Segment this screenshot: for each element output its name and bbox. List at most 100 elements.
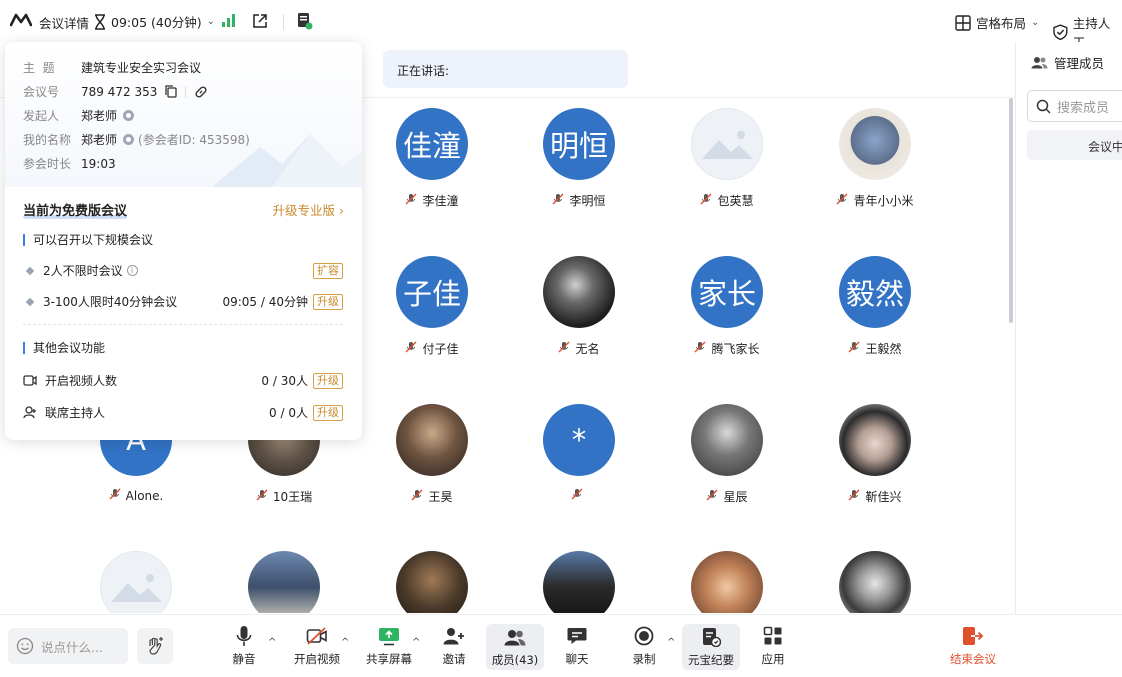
users-icon xyxy=(1031,57,1048,69)
avatar-photo xyxy=(691,551,763,613)
participant-tile[interactable] xyxy=(657,551,797,613)
grid-scrollbar[interactable] xyxy=(1009,98,1013,323)
video-options-chevron-icon[interactable]: ^ xyxy=(341,637,349,648)
participant-name: 王毅然 xyxy=(865,342,902,356)
network-signal-icon[interactable] xyxy=(222,14,236,27)
info-icon[interactable]: i xyxy=(126,265,138,276)
mute-button[interactable]: 静音 xyxy=(224,623,264,673)
members-title-label: 管理成员 xyxy=(1054,56,1105,71)
mic-off-icon xyxy=(405,193,417,208)
participant-name: 无名 xyxy=(575,342,600,356)
participant-tile[interactable]: 王昊 xyxy=(362,404,502,505)
invite-user-icon xyxy=(443,628,464,645)
upgrade-tag[interactable]: 升级 xyxy=(313,293,343,310)
copy-icon[interactable] xyxy=(165,85,177,98)
end-meeting-button[interactable]: 结束会议 xyxy=(945,623,1001,673)
start-video-button[interactable]: 开启视频 xyxy=(288,623,346,673)
meeting-details-button[interactable]: 会议详情 xyxy=(34,13,89,32)
video-off-icon xyxy=(306,627,327,645)
participant-name: 李明恒 xyxy=(569,194,606,208)
mic-off-icon xyxy=(552,193,564,208)
avatar: 子佳 xyxy=(396,256,468,328)
dashed-divider xyxy=(23,324,343,325)
record-icon xyxy=(634,626,654,646)
avatar-photo xyxy=(839,551,911,613)
participant-tile[interactable]: 子佳 付子佳 xyxy=(362,256,502,357)
document-icon[interactable] xyxy=(297,12,313,30)
apps-button[interactable]: 应用 xyxy=(753,623,793,673)
section-title-other: 其他会议功能 xyxy=(23,342,105,354)
mic-off-icon xyxy=(836,193,848,208)
exit-door-icon xyxy=(963,627,984,645)
members-button[interactable]: 成员(43) xyxy=(486,624,544,670)
avatar-placeholder xyxy=(691,108,763,180)
avatar: 佳潼 xyxy=(396,108,468,180)
share-screen-button[interactable]: 共享屏幕 xyxy=(361,623,417,673)
participant-tile[interactable] xyxy=(362,551,502,613)
chat-button[interactable]: 聊天 xyxy=(557,623,597,673)
mic-off-icon xyxy=(411,489,423,504)
mic-off-icon xyxy=(848,489,860,504)
mic-off-icon xyxy=(405,341,417,356)
ai-minutes-button[interactable]: 元宝纪要 xyxy=(682,624,740,670)
participant-name: 王昊 xyxy=(428,490,453,504)
add-user-icon xyxy=(23,406,37,419)
participant-tile[interactable]: 青年小小米 xyxy=(805,108,945,209)
participant-tile[interactable]: * xyxy=(509,404,649,503)
mic-off-icon xyxy=(558,341,570,356)
participant-tile[interactable]: 无名 xyxy=(509,256,649,357)
tab-in-meeting[interactable]: 会议中 xyxy=(1027,130,1122,160)
feature-label: 开启视频人数 xyxy=(45,374,118,388)
participant-tile[interactable] xyxy=(805,551,945,613)
pop-out-icon[interactable] xyxy=(252,13,268,29)
avatar-photo xyxy=(543,551,615,613)
layout-grid-button[interactable]: 宫格布局 ⌄ xyxy=(955,13,1039,32)
share-screen-icon xyxy=(379,627,399,645)
meeting-timer[interactable]: 09:05 (40分钟) ⌄ xyxy=(94,12,215,31)
upgrade-pro-link[interactable]: 升级专业版 › xyxy=(273,200,345,219)
avatar-placeholder xyxy=(100,551,172,613)
mute-options-chevron-icon[interactable]: ^ xyxy=(268,637,276,648)
mic-off-icon xyxy=(256,489,268,504)
hourglass-icon xyxy=(95,13,105,30)
participant-tile[interactable]: 靳佳兴 xyxy=(805,404,945,505)
image-placeholder-icon xyxy=(702,131,753,159)
participant-tile[interactable]: 明恒 李明恒 xyxy=(509,108,649,209)
quick-chat-input[interactable]: 说点什么... xyxy=(8,628,128,664)
expand-tag[interactable]: 扩容 xyxy=(313,262,343,279)
grid-layout-icon xyxy=(955,14,971,31)
participant-name: 星辰 xyxy=(723,490,748,504)
info-key: 我的名称 xyxy=(23,133,72,147)
info-row-my-name: 我的名称 郑老师 (参会者ID: 453598) xyxy=(23,131,250,148)
link-icon[interactable] xyxy=(194,85,208,99)
participant-tile[interactable]: 毅然 王毅然 xyxy=(805,256,945,357)
upgrade-tag[interactable]: 升级 xyxy=(313,372,343,389)
record-button[interactable]: 录制 xyxy=(624,623,664,673)
avatar-photo xyxy=(396,404,468,476)
avatar: * xyxy=(543,404,615,476)
participant-tile[interactable] xyxy=(214,551,354,613)
upgrade-tag[interactable]: 升级 xyxy=(313,404,343,421)
record-options-chevron-icon[interactable]: ^ xyxy=(667,637,675,648)
chat-placeholder: 说点什么... xyxy=(41,639,103,655)
participant-tile[interactable]: 星辰 xyxy=(657,404,797,505)
invite-button[interactable]: 邀请 xyxy=(434,623,474,673)
diamond-bullet-icon xyxy=(25,266,35,275)
raise-hand-button[interactable] xyxy=(137,628,173,664)
section-title-scale: 可以召开以下规模会议 xyxy=(23,234,153,246)
participant-tile[interactable]: 佳潼 李佳潼 xyxy=(362,108,502,209)
share-options-chevron-icon[interactable]: ^ xyxy=(412,637,420,648)
participant-tile[interactable]: 包英慧 xyxy=(657,108,797,209)
speaking-indicator: 正在讲话: xyxy=(383,50,628,88)
participant-tile[interactable]: 家长 腾飞家长 xyxy=(657,256,797,357)
layout-label: 宫格布局 xyxy=(976,16,1027,31)
participant-tile[interactable] xyxy=(66,551,206,613)
member-search-input[interactable]: 搜索成员 xyxy=(1027,90,1122,122)
participant-name: 10王瑞 xyxy=(272,490,313,504)
info-row-meeting-id: 会议号 789 472 353 xyxy=(23,83,208,100)
top-bar: 会议详情 09:05 (40分钟) ⌄ 宫格布局 ⌄ 主持人工 xyxy=(0,0,1122,50)
participant-tile[interactable] xyxy=(509,551,649,613)
info-row-duration: 参会时长 19:03 xyxy=(23,155,116,172)
apps-grid-icon xyxy=(763,626,782,645)
participant-name: 靳佳兴 xyxy=(865,490,902,504)
